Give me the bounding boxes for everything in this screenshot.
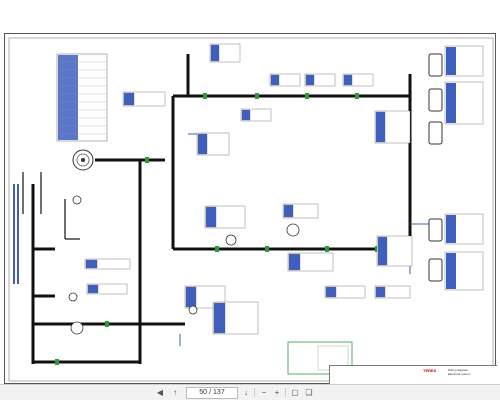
toolbar-divider <box>254 388 255 397</box>
total-pages: 137 <box>213 389 225 396</box>
next-page-arrow-icon[interactable]: ↓ <box>240 387 252 398</box>
current-page-input[interactable]: 50 <box>198 389 208 396</box>
middle-tables <box>84 203 413 335</box>
fit-page-icon[interactable]: ❏ <box>303 387 315 398</box>
previous-page-icon[interactable]: ◀ <box>154 387 166 398</box>
wiring-diagram-canvas <box>8 37 494 382</box>
title-block: TEREX Wiring diagram Electrical system <box>329 365 497 385</box>
title-block-line2: Electrical system <box>448 372 471 376</box>
previous-page-arrow-icon[interactable]: ↑ <box>169 387 181 398</box>
pdf-viewer-toolbar: ◀ ↑ 50/137 ↓ − + ▢ ❏ <box>0 384 500 400</box>
left-harness <box>31 184 140 364</box>
toolbar-divider <box>285 388 286 397</box>
brand-logo: TEREX <box>423 368 437 373</box>
page-indicator[interactable]: 50/137 <box>186 387 238 399</box>
fit-width-icon[interactable]: ▢ <box>289 387 301 398</box>
right-connectors <box>428 45 484 291</box>
title-block-text: Wiring diagram Electrical system <box>448 368 471 376</box>
round-connector-component <box>72 149 94 171</box>
zoom-in-button[interactable]: + <box>271 387 283 398</box>
zoom-out-button[interactable]: − <box>258 387 270 398</box>
wiring-diagram-sheet: TEREX Wiring diagram Electrical system <box>4 33 497 385</box>
left-margin-notes <box>13 184 19 284</box>
left-connector-table <box>56 53 108 142</box>
top-labels <box>122 43 411 156</box>
